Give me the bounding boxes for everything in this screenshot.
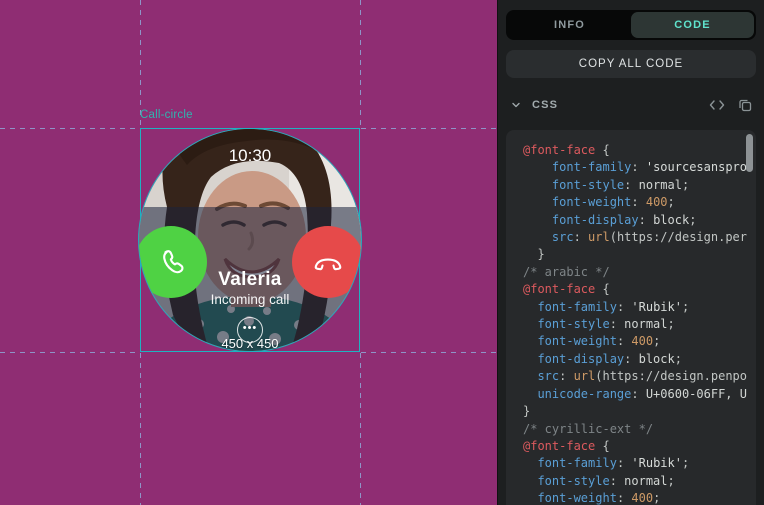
guide-line [0, 352, 139, 353]
guide-line [361, 352, 497, 353]
guide-line [140, 353, 141, 505]
call-status: Incoming call [139, 292, 361, 307]
guide-line [360, 0, 361, 127]
chevron-down-icon[interactable] [510, 99, 522, 111]
code-scrollbar-thumb[interactable] [746, 134, 753, 172]
guide-line [361, 128, 497, 129]
call-time: 10:30 [139, 146, 361, 166]
tab-info[interactable]: INFO [508, 12, 631, 38]
call-circle-shape[interactable]: 10:30 Valeria Incoming call ••• [139, 129, 361, 351]
shape-name-label[interactable]: Call-circle [140, 109, 193, 121]
inspect-panel: INFO CODE COPY ALL CODE CSS @font-face {… [497, 0, 764, 505]
inspect-tab-bar: INFO CODE [506, 10, 756, 40]
caller-name: Valeria [139, 269, 361, 291]
design-canvas[interactable]: Call-circle [0, 0, 497, 505]
css-code-text: @font-face { font-family: 'sourcesanspro… [506, 130, 756, 505]
css-section-header: CSS [506, 92, 756, 118]
copy-all-code-button[interactable]: COPY ALL CODE [506, 50, 756, 78]
guide-line [140, 0, 141, 127]
code-view-toggle-icon[interactable] [706, 94, 728, 116]
guide-line [360, 353, 361, 505]
guide-line [0, 128, 139, 129]
css-code-block[interactable]: @font-face { font-family: 'sourcesanspro… [506, 130, 756, 505]
copy-section-icon[interactable] [734, 94, 756, 116]
tab-code[interactable]: CODE [631, 12, 754, 38]
css-section-label: CSS [532, 99, 558, 111]
selection-size-label: 450 x 450 [140, 336, 360, 351]
